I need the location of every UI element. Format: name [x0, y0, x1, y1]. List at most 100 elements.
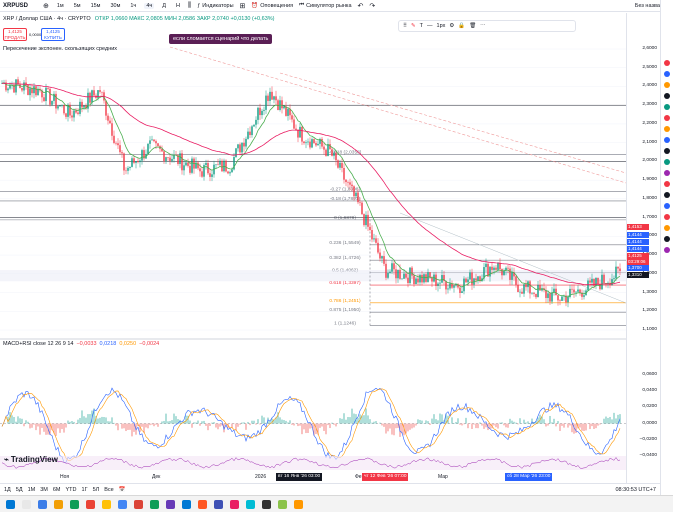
- drawing-toolbar: ⠿ ✎ T — 1px ⚙ 🔒 🗑 ⋯: [398, 20, 576, 32]
- watchlist-symbol-icon[interactable]: [664, 104, 670, 110]
- macd-histogram-bar: [609, 416, 611, 424]
- line-style-icon[interactable]: —: [427, 23, 433, 29]
- watchlist-symbol-icon[interactable]: [664, 126, 670, 132]
- alerts-button[interactable]: ⏰ Оповещения: [251, 3, 293, 9]
- macd-histogram-bar: [477, 423, 479, 429]
- taskbar-app-icon[interactable]: [198, 499, 207, 509]
- macd-histogram-bar: [407, 423, 409, 432]
- range-button-5Д[interactable]: 5Д: [16, 487, 23, 493]
- watchlist-symbol-icon[interactable]: [664, 170, 670, 176]
- watchlist-symbol-icon[interactable]: [664, 71, 670, 77]
- undo-icon[interactable]: ↶: [358, 2, 364, 10]
- taskbar-app-icon[interactable]: [214, 499, 223, 509]
- templates-icon[interactable]: ⊞: [240, 2, 246, 10]
- taskbar-app-icon[interactable]: [150, 499, 159, 509]
- watchlist-symbol-icon[interactable]: [664, 82, 670, 88]
- trash-icon[interactable]: 🗑: [469, 23, 476, 29]
- candle-body: [369, 226, 371, 231]
- watchlist-symbol-icon[interactable]: [664, 225, 670, 231]
- taskbar-app-icon[interactable]: [118, 499, 127, 509]
- tradingview-logo: ⌁ TradingView: [4, 455, 58, 464]
- interval-15m[interactable]: 15м: [89, 3, 103, 9]
- range-button-3М[interactable]: 3М: [40, 487, 48, 493]
- watchlist-symbol-icon[interactable]: [664, 93, 670, 99]
- clock[interactable]: 08:30:53 UTC+7: [615, 487, 660, 493]
- candle-body: [117, 143, 119, 146]
- watchlist-symbol-icon[interactable]: [664, 137, 670, 143]
- watchlist-symbol-icon[interactable]: [664, 60, 670, 66]
- macd-histogram-bar: [523, 419, 525, 424]
- watchlist-symbol-icon[interactable]: [664, 148, 670, 154]
- macd-indicator-label[interactable]: MACD+RSI close 12 26 9 14 −0,0033 0,0218…: [3, 341, 159, 347]
- taskbar-app-icon[interactable]: [166, 499, 175, 509]
- macd-axis-label: 0,0200: [642, 404, 657, 410]
- watchlist-symbol-icon[interactable]: [664, 115, 670, 121]
- taskbar-app-icon[interactable]: [278, 499, 287, 509]
- watchlist-symbol-icon[interactable]: [664, 192, 670, 198]
- candle-body: [537, 284, 539, 298]
- candle-body: [371, 230, 373, 240]
- ema-indicator-label[interactable]: Пересечение экспонен. скользящих средних: [3, 46, 117, 52]
- lock-icon[interactable]: 🔒: [458, 23, 465, 29]
- watchlist-symbol-icon[interactable]: [664, 214, 670, 220]
- taskbar-app-icon[interactable]: [262, 499, 271, 509]
- range-button-5Л[interactable]: 5Л: [93, 487, 100, 493]
- add-symbol-icon[interactable]: ⊕: [43, 2, 49, 10]
- taskbar-app-icon[interactable]: [294, 499, 303, 509]
- candle-body: [107, 115, 109, 121]
- interval-1w[interactable]: Н: [174, 3, 182, 9]
- interval-30m[interactable]: 30м: [108, 3, 122, 9]
- watchlist-symbol-icon[interactable]: [664, 236, 670, 242]
- redo-icon[interactable]: ↷: [369, 2, 375, 10]
- taskbar-app-icon[interactable]: [54, 499, 63, 509]
- watchlist-symbol-icon[interactable]: [664, 203, 670, 209]
- interval-1h[interactable]: 1ч: [128, 3, 138, 9]
- taskbar-app-icon[interactable]: [22, 499, 31, 509]
- interval-4h[interactable]: 4ч: [144, 2, 155, 9]
- candle-body: [253, 124, 255, 127]
- taskbar-app-icon[interactable]: [182, 499, 191, 509]
- calendar-icon[interactable]: 📅: [119, 487, 126, 493]
- taskbar-app-icon[interactable]: [6, 499, 15, 509]
- sell-button[interactable]: 1,4125 ПРОДАТЬ: [3, 28, 27, 41]
- range-button-1М[interactable]: 1М: [28, 487, 36, 493]
- range-button-YTD[interactable]: YTD: [66, 487, 77, 493]
- taskbar-app-icon[interactable]: [246, 499, 255, 509]
- text-icon[interactable]: T: [420, 23, 423, 29]
- chart-canvas[interactable]: -0.618 (2,0358)-0.27 (1,8398)-0.18 (1,78…: [0, 13, 660, 483]
- line-width-label[interactable]: 1px: [437, 23, 446, 29]
- watchlist-symbol-icon[interactable]: [664, 159, 670, 165]
- indicators-button[interactable]: ƒ Индикаторы: [197, 3, 233, 9]
- watchlist-symbol-icon[interactable]: [664, 181, 670, 187]
- range-button-Все[interactable]: Все: [104, 487, 113, 493]
- drag-handle-icon[interactable]: ⠿: [403, 23, 407, 29]
- range-button-1Г[interactable]: 1Г: [82, 487, 88, 493]
- chart-type-icon[interactable]: ⫼: [188, 2, 191, 10]
- taskbar-app-icon[interactable]: [134, 499, 143, 509]
- replay-button[interactable]: ⏮ Симулятор рынка: [299, 2, 351, 9]
- candle-body: [501, 269, 503, 276]
- watchlist-symbol-icon[interactable]: [664, 247, 670, 253]
- pencil-icon[interactable]: ✎: [411, 23, 416, 29]
- taskbar-app-icon[interactable]: [70, 499, 79, 509]
- range-button-1Д[interactable]: 1Д: [4, 487, 11, 493]
- macd-histogram-bar: [459, 423, 461, 425]
- interval-5m[interactable]: 5м: [72, 3, 83, 9]
- drawing-note[interactable]: если сломается сценарий что делать: [169, 34, 273, 44]
- taskbar-app-icon[interactable]: [102, 499, 111, 509]
- more-icon[interactable]: ⋯: [480, 23, 486, 29]
- taskbar-app-icon[interactable]: [230, 499, 239, 509]
- time-axis[interactable]: Ноя Дек 2026 Фев Мар вт 16 Янв '26 03:00 чт 12…: [0, 473, 626, 483]
- interval-1d[interactable]: Д: [160, 3, 168, 9]
- symbol-search[interactable]: XRPUSD: [3, 3, 37, 9]
- settings-icon[interactable]: ⚙: [449, 23, 454, 29]
- macd-histogram-bar: [349, 417, 351, 424]
- candle-body: [201, 171, 203, 177]
- taskbar-app-icon[interactable]: [38, 499, 47, 509]
- interval-1m[interactable]: 1м: [55, 3, 66, 9]
- range-button-6М[interactable]: 6М: [53, 487, 61, 493]
- candle-body: [115, 142, 117, 144]
- taskbar-app-icon[interactable]: [86, 499, 95, 509]
- buy-button[interactable]: 1,4125 КУПИТЬ: [41, 28, 65, 41]
- macd-histogram-bar: [207, 423, 209, 431]
